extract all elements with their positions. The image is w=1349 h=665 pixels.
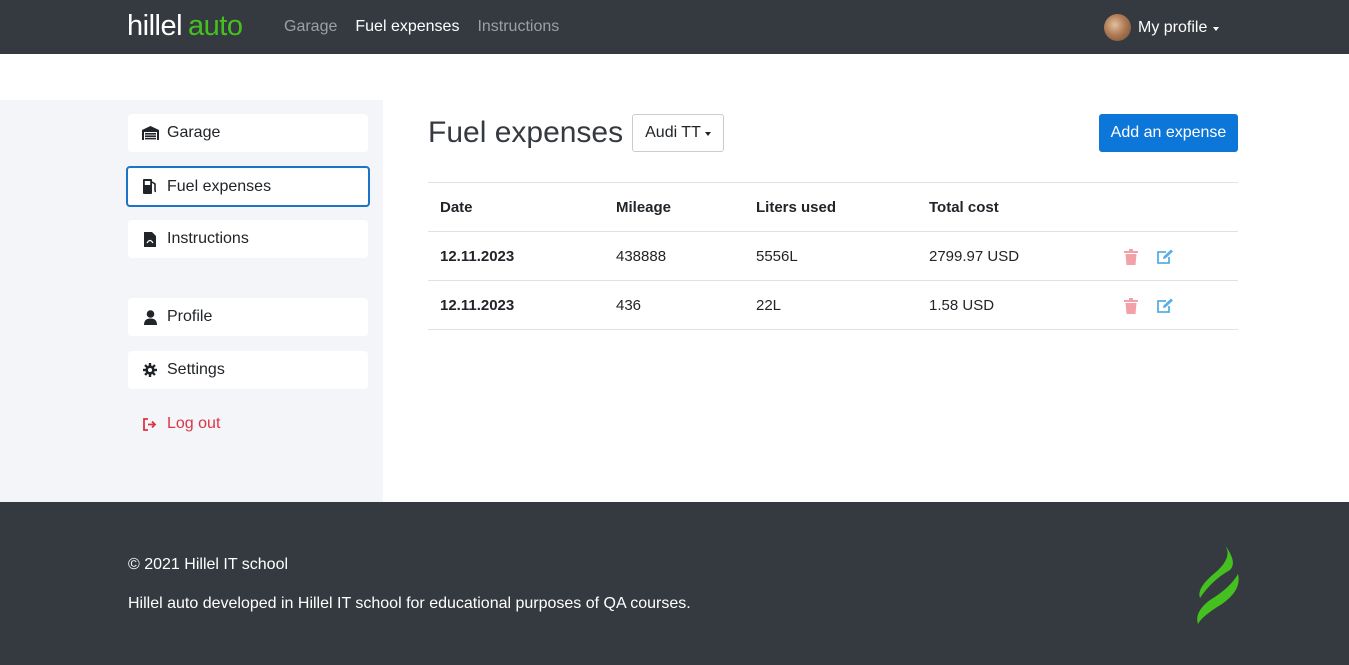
footer-copyright: © 2021 Hillel IT school xyxy=(128,556,289,573)
table-header-row: Date Mileage Liters used Total cost xyxy=(428,183,1238,232)
car-select-dropdown[interactable]: Audi TT xyxy=(632,114,724,152)
sidebar-item-label: Garage xyxy=(167,124,221,141)
footer: © 2021 Hillel IT school Hillel auto deve… xyxy=(0,502,1349,665)
car-select-value: Audi TT xyxy=(645,124,701,141)
gear-icon xyxy=(141,361,159,379)
chevron-down-icon xyxy=(704,132,711,136)
sidebar-item-garage[interactable]: Garage xyxy=(128,114,368,152)
nav-instructions[interactable]: Instructions xyxy=(477,17,559,37)
sidebar-item-settings[interactable]: Settings xyxy=(128,351,368,389)
logo-text-auto: auto xyxy=(188,10,243,42)
logout-button[interactable]: Log out xyxy=(128,405,220,443)
row-actions xyxy=(1121,232,1175,281)
main-nav: Garage Fuel expenses Instructions xyxy=(284,17,559,37)
cell-cost: 2799.97 USD xyxy=(929,248,1020,265)
user-icon xyxy=(141,308,159,326)
sidebar-item-label: Settings xyxy=(167,361,225,378)
sidebar-item-profile[interactable]: Profile xyxy=(128,298,368,336)
delete-icon[interactable] xyxy=(1121,296,1141,316)
row-actions xyxy=(1121,281,1175,330)
column-header-liters: Liters used xyxy=(756,199,837,216)
sidebar-item-fuel-expenses[interactable]: Fuel expenses xyxy=(126,166,370,207)
sidebar-item-label: Fuel expenses xyxy=(167,177,272,195)
logo-text-hillel: hillel xyxy=(127,10,183,42)
sidebar-item-instructions[interactable]: Instructions xyxy=(128,220,368,258)
cell-cost: 1.58 USD xyxy=(929,297,995,314)
add-expense-button[interactable]: Add an expense xyxy=(1099,114,1238,152)
cell-date: 12.11.2023 xyxy=(440,297,515,314)
edit-icon[interactable] xyxy=(1155,296,1175,316)
hillel-leaf-icon xyxy=(1197,544,1239,624)
hillel-auto-logo[interactable]: hillel auto xyxy=(127,9,243,43)
logout-label: Log out xyxy=(167,415,221,432)
table-row: 12.11.2023 436 22L 1.58 USD xyxy=(428,281,1238,330)
top-navbar: hillel auto Garage Fuel expenses Instruc… xyxy=(0,0,1349,54)
cell-mileage: 438888 xyxy=(616,248,667,265)
nav-fuel-expenses[interactable]: Fuel expenses xyxy=(355,17,459,37)
logout-icon xyxy=(141,415,159,433)
nav-garage[interactable]: Garage xyxy=(284,17,337,37)
cell-mileage: 436 xyxy=(616,297,642,314)
avatar xyxy=(1104,14,1131,41)
cell-liters: 5556L xyxy=(756,248,798,265)
delete-icon[interactable] xyxy=(1121,247,1141,267)
fuel-pump-icon xyxy=(141,178,159,196)
table-row: 12.11.2023 438888 5556L 2799.97 USD xyxy=(428,232,1238,281)
edit-icon[interactable] xyxy=(1155,247,1175,267)
column-header-mileage: Mileage xyxy=(616,199,672,216)
chevron-down-icon xyxy=(1213,26,1220,31)
cell-liters: 22L xyxy=(756,297,782,314)
expenses-table: Date Mileage Liters used Total cost 12.1… xyxy=(428,182,1238,330)
pdf-file-icon xyxy=(141,230,159,248)
page-title: Fuel expenses xyxy=(428,116,624,149)
garage-icon xyxy=(141,124,159,142)
profile-label: My profile xyxy=(1138,18,1208,36)
profile-dropdown[interactable]: My profile xyxy=(1104,14,1220,41)
column-header-cost: Total cost xyxy=(929,199,999,216)
sidebar-item-label: Instructions xyxy=(167,230,249,247)
cell-date: 12.11.2023 xyxy=(440,248,515,265)
footer-about: Hillel auto developed in Hillel IT schoo… xyxy=(128,595,691,612)
sidebar-item-label: Profile xyxy=(167,308,213,325)
column-header-date: Date xyxy=(440,199,473,216)
